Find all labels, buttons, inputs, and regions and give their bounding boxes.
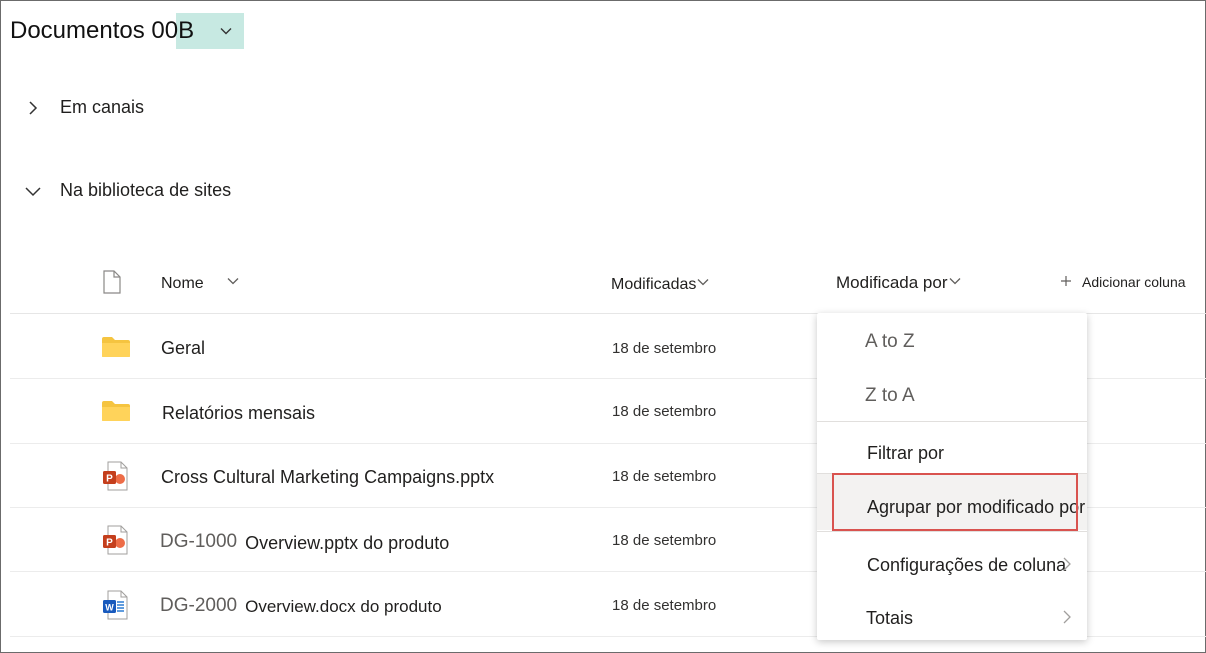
table-row-name[interactable]: DG-1000 Overview.pptx do produto xyxy=(160,530,449,554)
add-column-label: Adicionar coluna xyxy=(1082,274,1186,290)
add-column-button[interactable]: Adicionar coluna xyxy=(1060,274,1186,290)
plus-icon xyxy=(1060,274,1072,290)
file-prefix: DG-1000 xyxy=(160,531,238,552)
word-file-icon: W xyxy=(102,590,128,620)
folder-icon xyxy=(101,400,131,422)
column-header-name[interactable]: Nome xyxy=(161,274,240,293)
chevron-down-icon xyxy=(226,274,240,293)
library-title: Documentos 00B xyxy=(10,17,195,44)
chevron-right-icon xyxy=(1061,556,1073,577)
menu-item-totals[interactable]: Totais xyxy=(817,605,1087,631)
file-type-header-icon[interactable] xyxy=(102,270,122,294)
menu-item-group-by[interactable]: Agrupar por modificado por xyxy=(817,494,1087,520)
table-row-name[interactable]: DG-2000 Overview.docx do produto xyxy=(160,594,442,617)
svg-text:P: P xyxy=(106,474,113,485)
menu-item-label: Totais xyxy=(866,607,914,628)
column-header-modified[interactable]: Modificadas xyxy=(611,275,710,294)
chevron-right-icon xyxy=(1061,609,1073,630)
chevron-down-icon xyxy=(696,275,710,294)
menu-divider xyxy=(817,531,1087,532)
table-row-name-link[interactable]: Cross Cultural Marketing Campaigns.pptx xyxy=(161,467,494,488)
file-prefix: DG-2000 xyxy=(160,594,238,616)
chevron-down-icon xyxy=(218,23,234,44)
menu-item-sort-z-to-a[interactable]: Z to A xyxy=(817,383,1087,409)
menu-divider xyxy=(817,421,1087,422)
svg-text:W: W xyxy=(105,603,114,613)
table-row-name-link[interactable]: Relatórios mensais xyxy=(162,403,315,424)
section-em-canais[interactable]: Em canais xyxy=(24,97,144,118)
column-header-label: Nome xyxy=(161,274,204,292)
table-row-modified: 18 de setembro xyxy=(612,340,717,357)
menu-item-label: Configurações de coluna xyxy=(867,554,1067,575)
table-row-name-link[interactable]: Overview.docx do produto xyxy=(245,594,442,617)
column-header-label: Modificada por xyxy=(836,273,948,292)
menu-item-sort-a-to-z[interactable]: A to Z xyxy=(817,329,1087,355)
section-label: Na biblioteca de sites xyxy=(60,180,232,200)
menu-item-label: Agrupar por modificado por xyxy=(867,496,1086,517)
powerpoint-file-icon: P xyxy=(102,525,128,555)
table-row-modified: 18 de setembro xyxy=(612,468,717,485)
table-row-modified: 18 de setembro xyxy=(612,532,717,549)
powerpoint-file-icon: P xyxy=(102,461,128,491)
chevron-right-icon xyxy=(24,99,42,117)
menu-item-label: A to Z xyxy=(865,331,915,352)
section-label: Em canais xyxy=(60,97,145,117)
table-row-modified: 18 de setembro xyxy=(612,403,717,420)
chevron-down-icon xyxy=(24,182,42,200)
table-row-name-link[interactable]: Geral xyxy=(161,338,205,359)
svg-text:P: P xyxy=(106,538,113,549)
table-row-modified: 18 de setembro xyxy=(612,597,717,614)
chevron-down-icon xyxy=(948,273,962,293)
column-header-modified-by[interactable]: Modificada por xyxy=(836,273,962,293)
menu-item-label: Filtrar por xyxy=(867,442,945,463)
library-title-button[interactable]: Documentos 00B xyxy=(10,13,244,49)
column-context-menu: A to Z Z to A Filtrar por Agrupar por mo… xyxy=(817,313,1087,640)
menu-item-column-settings[interactable]: Configurações de coluna xyxy=(817,552,1087,578)
table-row-name-link[interactable]: Overview.pptx do produto xyxy=(245,530,449,554)
column-header-label: Modificadas xyxy=(611,275,697,293)
folder-icon xyxy=(101,336,131,358)
menu-item-label: Z to A xyxy=(865,385,915,406)
section-biblioteca-de-sites[interactable]: Na biblioteca de sites xyxy=(24,180,231,201)
menu-item-filter-by[interactable]: Filtrar por xyxy=(817,440,1087,466)
